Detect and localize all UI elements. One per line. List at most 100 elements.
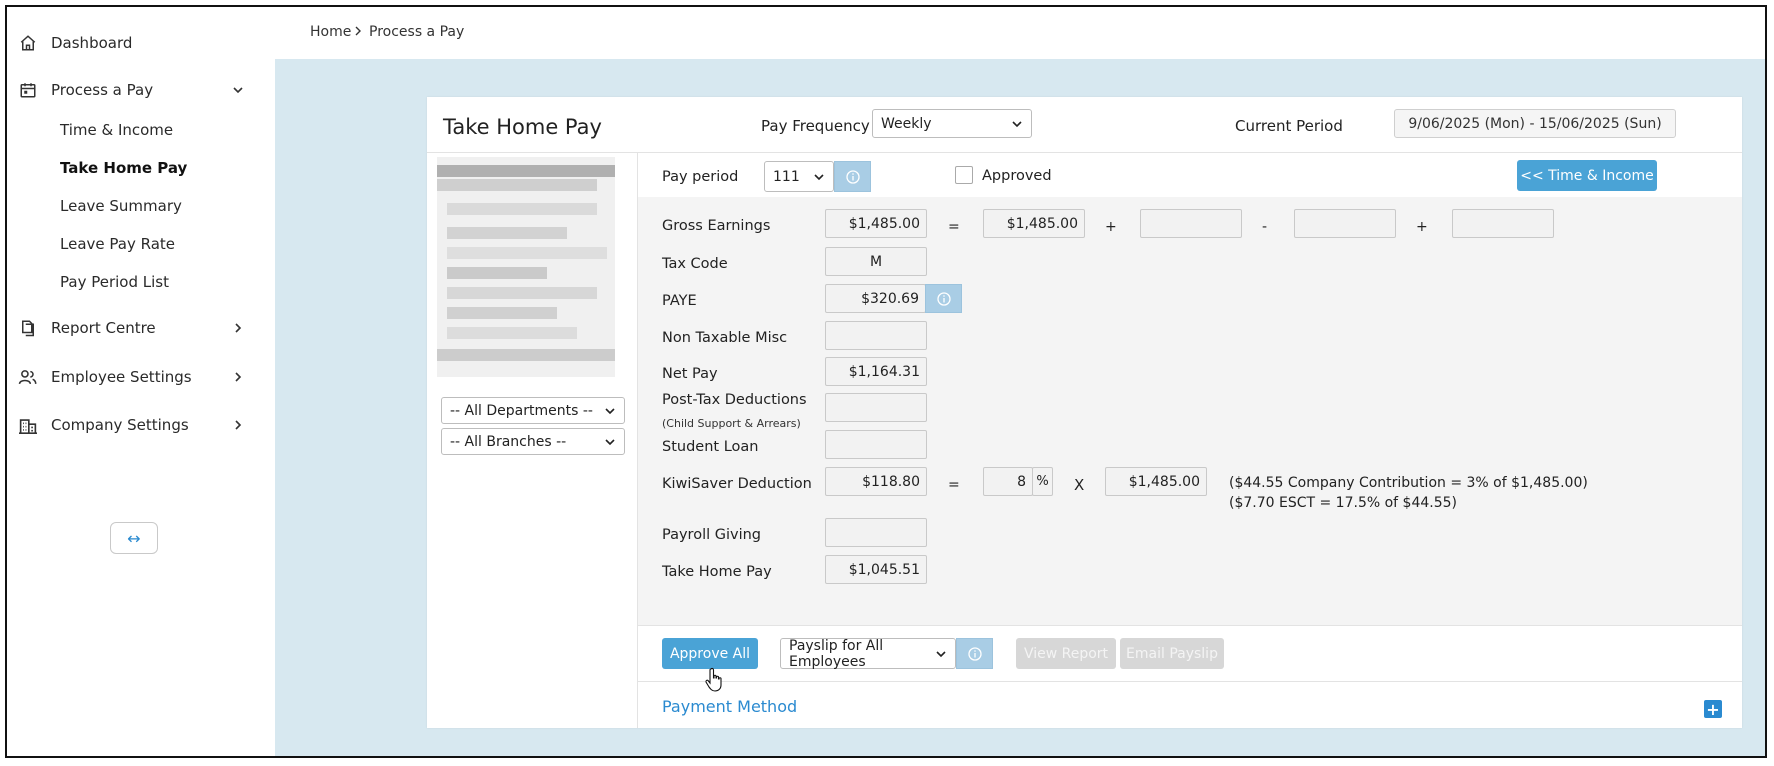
kiwisaver-label: KiwiSaver Deduction (662, 476, 812, 492)
employee-list-redacted (437, 157, 615, 377)
building-icon (17, 414, 39, 436)
kiwisaver-base-field: $1,485.00 (1105, 467, 1207, 496)
current-period-field: 9/06/2025 (Mon) - 15/06/2025 (Sun) (1394, 109, 1676, 138)
non-taxable-misc-label: Non Taxable Misc (662, 330, 788, 346)
approved-checkbox[interactable] (955, 166, 973, 184)
email-payslip-button[interactable]: Email Payslip (1120, 638, 1224, 669)
plus-sign: + (1105, 219, 1117, 235)
nav-employee-settings-label: Employee Settings (51, 368, 192, 386)
info-icon (845, 169, 860, 184)
student-loan-label: Student Loan (662, 439, 759, 455)
payslip-select-value: Payslip for All Employees (789, 637, 884, 670)
payslip-info-button[interactable] (956, 638, 993, 669)
post-tax-deductions-field[interactable] (825, 393, 927, 422)
divider (638, 681, 1742, 682)
multiply-sign: X (1074, 476, 1085, 494)
branches-select[interactable]: -- All Branches -- (441, 428, 625, 455)
pay-period-value: 111 (773, 168, 800, 185)
documents-icon (17, 317, 39, 339)
chevron-right-icon (231, 418, 245, 432)
chevron-down-icon (604, 436, 616, 448)
gross-earnings-part3-field[interactable] (1294, 209, 1396, 238)
chevron-down-icon (604, 405, 616, 417)
pay-frequency-label: Pay Frequency (761, 117, 870, 135)
sidebar: Dashboard Process a Pay Time & Income Ta… (7, 7, 275, 756)
tax-code-field: M (825, 247, 927, 276)
nav-process-pay[interactable]: Process a Pay (7, 70, 275, 110)
payroll-giving-label: Payroll Giving (662, 527, 762, 543)
gross-earnings-part2-field[interactable] (1140, 209, 1242, 238)
pay-frequency-value: Weekly (881, 115, 932, 132)
info-icon (936, 291, 951, 306)
breadcrumb-separator-icon (353, 24, 363, 40)
sidebar-collapse-button[interactable]: ↔ (110, 522, 158, 554)
take-home-pay-card: Take Home Pay Pay Frequency Weekly Curre… (427, 97, 1742, 728)
chevron-down-icon (1011, 118, 1023, 130)
users-icon (17, 366, 39, 388)
kiwisaver-percent-suffix: % (1032, 467, 1053, 496)
nav-dashboard[interactable]: Dashboard (7, 23, 275, 63)
nav-company-settings[interactable]: Company Settings (7, 405, 275, 445)
minus-sign: - (1262, 219, 1268, 235)
sub-leave-pay-rate[interactable]: Leave Pay Rate (60, 235, 175, 253)
gross-earnings-part4-field[interactable] (1452, 209, 1554, 238)
departments-value: -- All Departments -- (450, 402, 593, 419)
employee-list-panel: -- All Departments -- -- All Branches -- (427, 153, 638, 728)
current-period-label: Current Period (1235, 117, 1343, 135)
pay-period-label: Pay period (662, 169, 739, 185)
plus-sign: + (1416, 219, 1428, 235)
sub-take-home-pay[interactable]: Take Home Pay (60, 159, 187, 177)
nav-report-centre[interactable]: Report Centre (7, 308, 275, 348)
payroll-giving-field[interactable] (825, 518, 927, 547)
post-tax-deductions-sublabel: (Child Support & Arrears) (662, 417, 801, 430)
content-area: Take Home Pay Pay Frequency Weekly Curre… (275, 59, 1765, 756)
app-window: Dashboard Process a Pay Time & Income Ta… (5, 5, 1767, 758)
nav-employee-settings[interactable]: Employee Settings (7, 357, 275, 397)
home-icon (17, 32, 39, 54)
payment-method-title[interactable]: Payment Method (662, 697, 797, 716)
company-contribution-note: ($44.55 Company Contribution = 3% of $1,… (1229, 475, 1588, 491)
info-icon (967, 646, 982, 661)
approve-all-button[interactable]: Approve All (662, 638, 758, 669)
pay-period-select[interactable]: 111 (764, 161, 834, 192)
pay-frequency-select[interactable]: Weekly (872, 109, 1032, 138)
sub-pay-period-list[interactable]: Pay Period List (60, 273, 169, 291)
nav-dashboard-label: Dashboard (51, 34, 133, 52)
post-tax-deductions-label: Post-Tax Deductions (662, 392, 807, 408)
gross-earnings-field: $1,485.00 (825, 209, 927, 238)
pay-period-info-button[interactable] (834, 161, 871, 192)
departments-select[interactable]: -- All Departments -- (441, 397, 625, 424)
sub-time-income[interactable]: Time & Income (60, 121, 173, 139)
chevron-right-icon (231, 370, 245, 384)
nav-report-centre-label: Report Centre (51, 319, 156, 337)
paye-label: PAYE (662, 293, 697, 309)
calendar-icon (17, 79, 39, 101)
hand-cursor-icon (705, 667, 722, 692)
student-loan-field[interactable] (825, 430, 927, 459)
breadcrumb-home[interactable]: Home (310, 24, 351, 40)
gross-earnings-label: Gross Earnings (662, 218, 771, 234)
time-income-button[interactable]: << Time & Income (1517, 160, 1657, 191)
paye-field: $320.69 (825, 284, 926, 313)
branches-value: -- All Branches -- (450, 433, 567, 450)
page-title: Take Home Pay (443, 115, 602, 139)
take-home-pay-field: $1,045.51 (825, 555, 927, 584)
nav-company-settings-label: Company Settings (51, 416, 189, 434)
expand-plus-icon[interactable]: + (1704, 700, 1722, 719)
payslip-select[interactable]: Payslip for All Employees (780, 637, 956, 670)
take-home-pay-label: Take Home Pay (662, 564, 772, 580)
chevron-right-icon (231, 321, 245, 335)
chevron-down-icon (813, 171, 825, 183)
sub-leave-summary[interactable]: Leave Summary (60, 197, 182, 215)
nav-process-pay-label: Process a Pay (51, 81, 154, 99)
chevron-down-icon (935, 648, 947, 660)
kiwisaver-rate-field[interactable]: 8 (983, 467, 1033, 496)
non-taxable-misc-field[interactable] (825, 321, 927, 350)
equals-sign: = (948, 219, 960, 235)
tax-code-label: Tax Code (662, 256, 728, 272)
esct-note: ($7.70 ESCT = 17.5% of $44.55) (1229, 495, 1457, 511)
gross-earnings-part1-field[interactable]: $1,485.00 (983, 209, 1085, 238)
kiwisaver-field: $118.80 (825, 467, 927, 496)
view-report-button[interactable]: View Report (1016, 638, 1116, 669)
paye-info-button[interactable] (925, 284, 962, 313)
